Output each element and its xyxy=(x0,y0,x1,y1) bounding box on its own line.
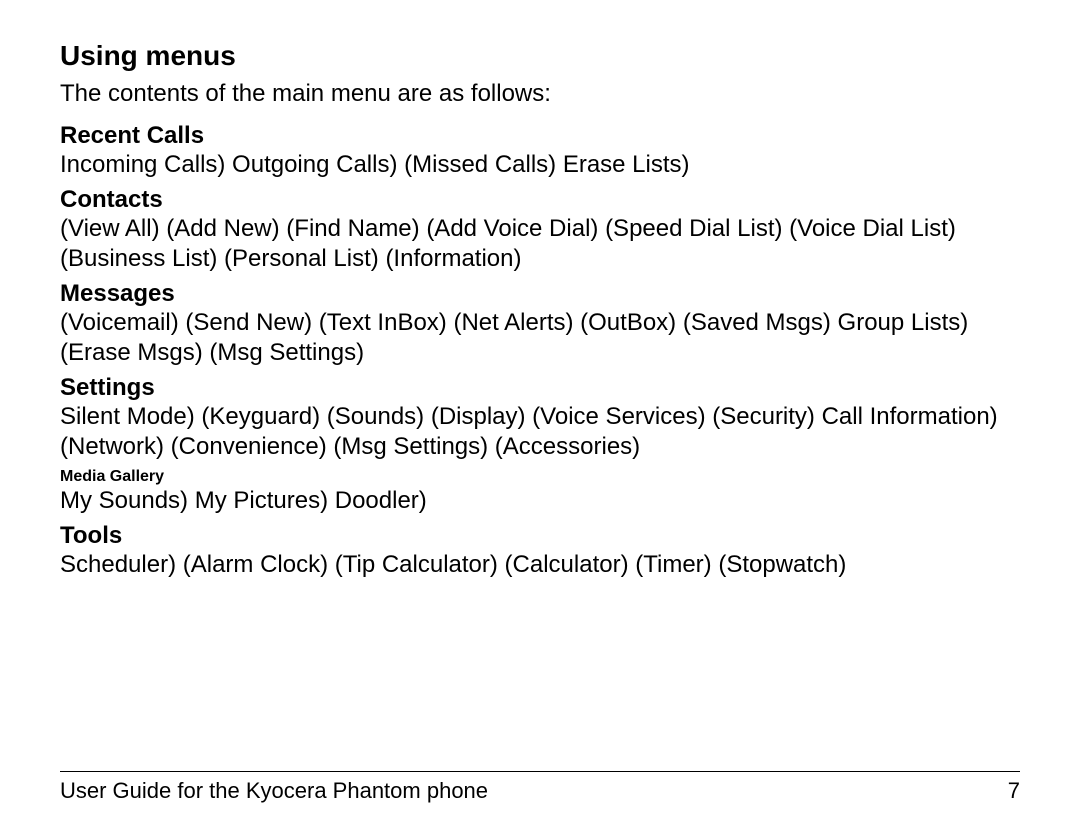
section-body-tools: Scheduler) (Alarm Clock) (Tip Calculator… xyxy=(60,550,1020,580)
section-body-contacts: (View All) (Add New) (Find Name) (Add Vo… xyxy=(60,214,1020,274)
section-heading-contacts: Contacts xyxy=(60,186,1020,214)
section-heading-messages: Messages xyxy=(60,280,1020,308)
section-body-messages: (Voicemail) (Send New) (Text InBox) (Net… xyxy=(60,308,1020,368)
page-number: 7 xyxy=(1008,778,1020,804)
section-body-media-gallery: My Sounds) My Pictures) Doodler) xyxy=(60,486,1020,516)
footer-row: User Guide for the Kyocera Phantom phone… xyxy=(60,778,1020,804)
section-heading-recent-calls: Recent Calls xyxy=(60,122,1020,150)
section-heading-tools: Tools xyxy=(60,522,1020,550)
section-heading-media-gallery: Media Gallery xyxy=(60,468,1020,486)
intro-text: The contents of the main menu are as fol… xyxy=(60,80,1020,108)
footer-divider xyxy=(60,771,1020,772)
main-heading: Using menus xyxy=(60,40,1020,72)
section-body-settings: Silent Mode) (Keyguard) (Sounds) (Displa… xyxy=(60,402,1020,462)
section-heading-settings: Settings xyxy=(60,374,1020,402)
footer-text: User Guide for the Kyocera Phantom phone xyxy=(60,778,488,804)
section-body-recent-calls: Incoming Calls) Outgoing Calls) (Missed … xyxy=(60,150,1020,180)
document-content: Using menus The contents of the main men… xyxy=(60,40,1020,580)
page-footer: User Guide for the Kyocera Phantom phone… xyxy=(60,771,1020,804)
